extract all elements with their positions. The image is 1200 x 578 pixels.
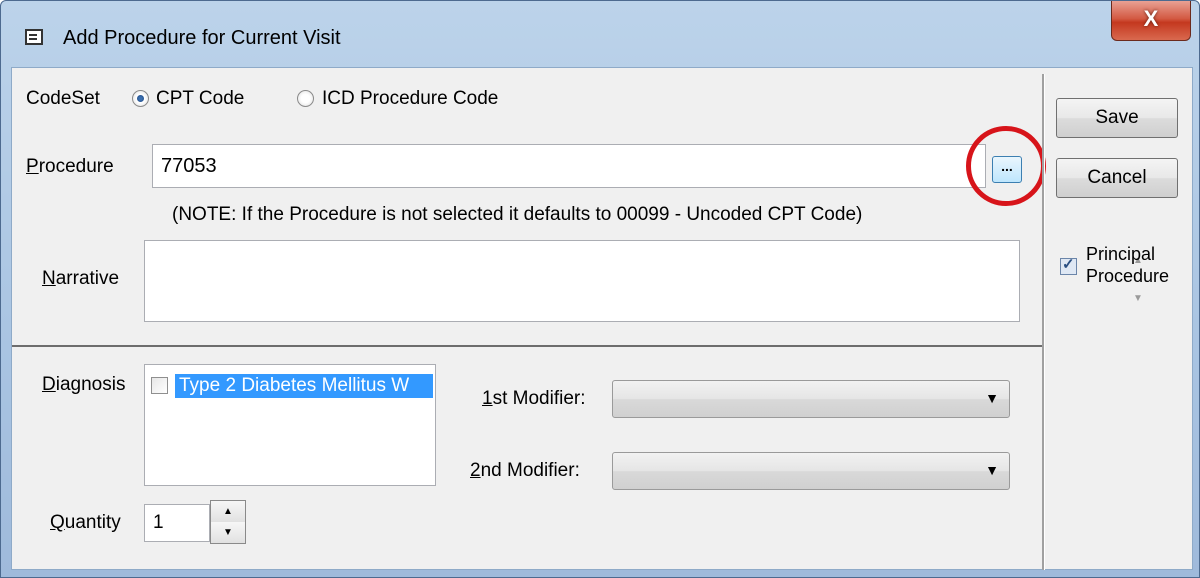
window-icon	[25, 29, 43, 45]
quantity-input[interactable]: 1	[144, 504, 210, 542]
diagnosis-list[interactable]: Type 2 Diabetes Mellitus W	[144, 364, 436, 486]
cancel-button[interactable]: Cancel	[1056, 158, 1178, 198]
procedure-input[interactable]	[152, 144, 986, 188]
first-modifier-select[interactable]: ▼	[612, 380, 1010, 418]
dialog-window: Add Procedure for Current Visit X CodeSe…	[0, 0, 1200, 578]
checkmark-icon: ✓	[1062, 256, 1075, 273]
window-title: Add Procedure for Current Visit	[63, 27, 341, 49]
second-modifier-label: 2nd Modifier:	[470, 460, 580, 481]
cpt-code-label[interactable]: CPT Code	[156, 88, 244, 110]
horizontal-separator	[12, 345, 1042, 347]
diagnosis-label: Diagnosis	[42, 374, 126, 395]
second-modifier-select[interactable]: ▼	[612, 452, 1010, 490]
chevron-down-icon: ▼	[985, 462, 999, 478]
principal-label-line2[interactable]: Procedure	[1086, 266, 1169, 287]
title-bar[interactable]: Add Procedure for Current Visit X	[1, 1, 1200, 67]
chevron-down-icon: ▼	[985, 390, 999, 406]
spin-up-icon[interactable]: ▲	[211, 501, 245, 523]
annotation-circle	[966, 126, 1046, 206]
narrative-label: Narrative	[42, 268, 120, 289]
dialog-body: CodeSet CPT Code ICD Procedure Code Proc…	[11, 67, 1193, 570]
diagnosis-item[interactable]: Type 2 Diabetes Mellitus W	[175, 374, 433, 398]
principal-label-line1[interactable]: Principal	[1086, 244, 1155, 265]
icd-procedure-code-label[interactable]: ICD Procedure Code	[322, 88, 498, 110]
procedure-label: Procedure	[26, 156, 114, 177]
vertical-separator	[1042, 74, 1045, 570]
cpt-code-radio[interactable]	[132, 90, 149, 107]
quantity-label: Quantity	[50, 512, 121, 533]
scroll-down-icon[interactable]: ▼	[1133, 293, 1143, 304]
diagnosis-checkbox[interactable]	[151, 377, 168, 394]
icd-procedure-code-radio[interactable]	[297, 90, 314, 107]
x-close-icon: X	[1143, 6, 1159, 31]
quantity-stepper[interactable]: ▲ ▼	[210, 500, 246, 544]
principal-procedure-checkbox[interactable]: ✓	[1060, 256, 1077, 275]
spin-down-icon[interactable]: ▼	[211, 522, 245, 543]
save-button[interactable]: Save	[1056, 98, 1178, 138]
codeset-label: CodeSet	[26, 88, 100, 109]
close-button[interactable]: X	[1111, 1, 1191, 41]
procedure-note: (NOTE: If the Procedure is not selected …	[172, 204, 863, 225]
narrative-textarea[interactable]: ▲ ▼	[144, 240, 1143, 322]
first-modifier-label: 1st Modifier:	[482, 388, 586, 409]
